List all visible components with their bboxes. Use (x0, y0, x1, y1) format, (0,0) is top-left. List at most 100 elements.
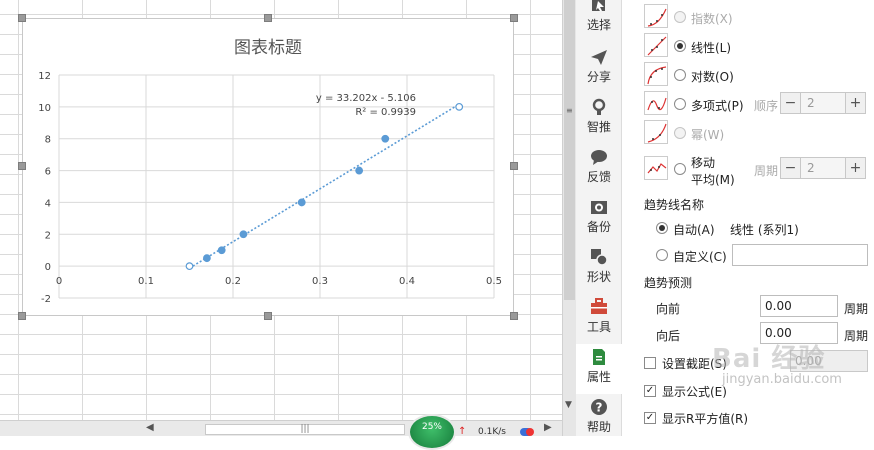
linear-label: 线性(L) (691, 41, 732, 55)
chart-container[interactable]: 图表标题 -2 0 2 4 6 8 10 12 0 0.1 0.2 0.3 0.4 0.5 y = 33.2… (22, 18, 514, 316)
scroll-left-arrow-icon[interactable]: ◀ (146, 422, 154, 433)
x-tick-label: 0.4 (399, 276, 415, 287)
logarithmic-trend-icon (644, 62, 668, 86)
period-stepper[interactable]: − 2 + (780, 157, 866, 179)
order-stepper[interactable]: − 2 + (780, 92, 866, 114)
x-tick-label: 0.3 (312, 276, 328, 287)
speed-ball[interactable]: 25% (408, 414, 456, 450)
tool-properties[interactable]: 属性 (576, 344, 622, 394)
name-custom-radio[interactable] (656, 249, 668, 261)
scroll-right-arrow-icon[interactable]: ▶ (544, 422, 552, 433)
polynomial-trend-icon (644, 91, 668, 115)
backup-icon (591, 201, 607, 214)
tool-backup[interactable]: 备份 (576, 194, 622, 244)
spreadsheet-grid[interactable]: 图表标题 -2 0 2 4 6 8 10 12 0 0.1 0.2 0.3 0.4 0.5 y = 33.2… (0, 0, 562, 436)
tool-label: 属性 (586, 370, 611, 384)
resize-handle-left[interactable] (18, 162, 26, 170)
tool-feedback[interactable]: 反馈 (576, 144, 622, 194)
tool-share[interactable]: 分享 (576, 44, 622, 94)
exponential-label: 指数(X) (691, 12, 733, 26)
show-equation-checkbox[interactable]: ✓ (644, 385, 656, 397)
vertical-scrollbar[interactable]: ≡ ▼ (562, 0, 576, 436)
vertical-grip-icon: ≡ (566, 106, 573, 115)
forward-period-suffix: 周期 (844, 302, 869, 316)
y-tick-label: 6 (45, 167, 51, 178)
order-label: 顺序 (754, 99, 779, 113)
data-point (297, 198, 306, 207)
polynomial-label: 多项式(P) (691, 99, 744, 113)
name-auto-radio[interactable] (656, 222, 668, 234)
period-increment-button[interactable]: + (845, 158, 865, 178)
tool-toolbox[interactable]: 工具 (576, 294, 622, 344)
help-icon: ? (591, 399, 607, 415)
vertical-scroll-thumb[interactable] (564, 0, 575, 300)
resize-handle-bottom-left[interactable] (18, 312, 26, 320)
scatter-chart[interactable]: -2 0 2 4 6 8 10 12 0 0.1 0.2 0.3 0.4 0.5 y = 33.202x -… (23, 19, 515, 317)
name-auto-label: 自动(A) (673, 223, 715, 237)
shapes-icon (591, 249, 608, 266)
data-point (455, 102, 464, 111)
set-intercept-checkbox[interactable] (644, 357, 656, 369)
period-decrement-button[interactable]: − (781, 158, 801, 178)
horizontal-scroll-thumb[interactable]: ||| (205, 424, 405, 435)
resize-handle-bottom-right[interactable] (510, 312, 518, 320)
scroll-down-arrow-icon[interactable]: ▼ (565, 400, 572, 410)
polynomial-radio[interactable] (674, 98, 686, 110)
tool-smart-recommend[interactable]: 智推 (576, 94, 622, 144)
logarithmic-label: 对数(O) (691, 70, 734, 84)
y-tick-label: -2 (41, 294, 51, 305)
exponential-trend-icon (644, 4, 668, 28)
forecast-heading: 趋势预测 (644, 276, 693, 290)
trendline-r-squared: R² = 0.9939 (355, 107, 416, 118)
order-increment-button[interactable]: + (845, 93, 865, 113)
power-radio[interactable] (674, 127, 686, 139)
moving-average-label-line2: 平均(M) (691, 173, 735, 187)
logarithmic-radio[interactable] (674, 69, 686, 81)
data-point (185, 262, 194, 271)
select-icon (592, 0, 605, 11)
tool-help[interactable]: ? 帮助 (576, 394, 622, 444)
trendline (189, 103, 460, 269)
baidu-watermark: Bai 经验 (712, 344, 826, 374)
custom-name-input[interactable] (732, 244, 868, 266)
order-decrement-button[interactable]: − (781, 93, 801, 113)
y-tick-label: 2 (45, 230, 51, 241)
data-point (202, 254, 211, 263)
network-speed-widget[interactable]: 25% ↑ 0.1K/s (408, 414, 538, 450)
power-trend-icon (644, 120, 668, 144)
resize-handle-top-left[interactable] (18, 14, 26, 22)
exponential-radio[interactable] (674, 11, 686, 23)
backward-label: 向后 (656, 329, 681, 343)
trendline-equation: y = 33.202x - 5.106 (316, 93, 416, 104)
backward-period-suffix: 周期 (844, 329, 869, 343)
tool-shapes[interactable]: 形状 (576, 244, 622, 294)
smart-recommend-icon (592, 98, 606, 115)
x-tick-label: 0 (56, 276, 62, 287)
tool-select[interactable]: 选择 (576, 0, 622, 42)
share-icon (591, 50, 607, 65)
forward-input[interactable]: 0.00 (760, 295, 838, 317)
properties-icon (593, 349, 605, 365)
linear-radio[interactable] (674, 40, 686, 52)
svg-text:?: ? (596, 401, 603, 415)
period-value: 2 (807, 161, 815, 175)
resize-handle-top-right[interactable] (510, 14, 518, 22)
trendline-name-heading: 趋势线名称 (644, 198, 705, 212)
side-toolbar: 选择 分享 智推 反馈 备份 形状 工具 属性 ? 帮助 (576, 0, 622, 436)
resize-handle-bottom[interactable] (264, 312, 272, 320)
moving-average-label-line1: 移动 (691, 156, 716, 170)
tool-label: 分享 (586, 70, 611, 84)
show-r-squared-checkbox[interactable]: ✓ (644, 412, 656, 424)
baidu-watermark-url: jingyan.baidu.com (722, 372, 842, 387)
resize-handle-top[interactable] (264, 14, 272, 22)
scroll-grip-icon: ||| (300, 424, 310, 434)
y-tick-label: 10 (38, 103, 51, 114)
resize-handle-right[interactable] (510, 162, 518, 170)
tool-label: 反馈 (586, 170, 611, 184)
feedback-icon (591, 150, 607, 165)
y-tick-label: 8 (45, 135, 51, 146)
tool-label: 工具 (586, 320, 611, 334)
properties-panel: 指数(X) 线性(L) 对数(O) 多项式(P) 顺序 − 2 + 幂(W) 移… (622, 0, 874, 436)
data-point (355, 166, 364, 175)
moving-average-radio[interactable] (674, 163, 686, 175)
